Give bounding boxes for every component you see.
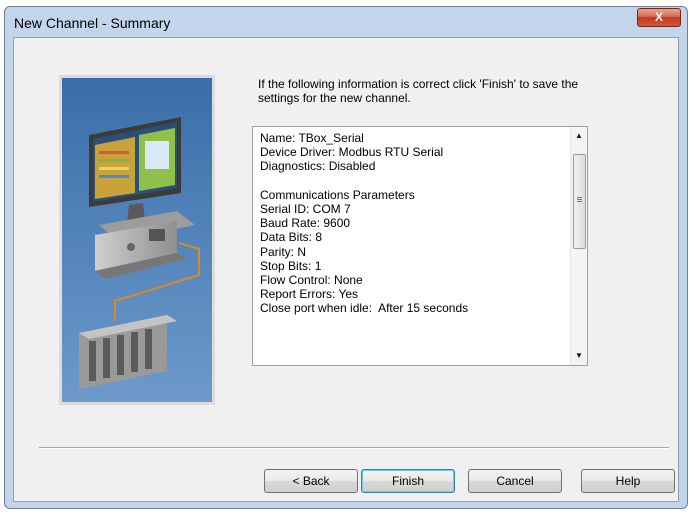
summary-line: Data Bits: 8 xyxy=(260,230,323,245)
summary-line: Report Errors: Yes xyxy=(260,287,359,302)
window-title: New Channel - Summary xyxy=(14,15,171,31)
summary-line: Close port when idle: After 15 seconds xyxy=(260,301,469,316)
scrollbar-thumb[interactable] xyxy=(573,154,586,249)
summary-line: Parity: N xyxy=(260,244,307,259)
summary-line: Communications Parameters xyxy=(260,187,415,202)
summary-line: Diagnostics: Disabled xyxy=(260,159,376,174)
summary-lines: Name: TBox_Serial Device Driver: Modbus … xyxy=(260,131,560,315)
intro-text: If the following information is correct … xyxy=(258,77,579,105)
dialog-window: New Channel - Summary X If the following… xyxy=(4,6,688,509)
thumb-grip-icon xyxy=(577,197,582,198)
title-bar[interactable]: New Channel - Summary X xyxy=(5,7,687,37)
summary-line: Baud Rate: 9600 xyxy=(260,216,351,231)
summary-text-box[interactable]: Name: TBox_Serial Device Driver: Modbus … xyxy=(252,126,588,366)
cancel-button[interactable]: Cancel xyxy=(468,469,562,493)
finish-button[interactable]: Finish xyxy=(361,469,455,493)
back-button[interactable]: < Back xyxy=(264,469,358,493)
scroll-down-arrow-icon[interactable]: ▼ xyxy=(571,349,587,365)
summary-line: Serial ID: COM 7 xyxy=(260,201,351,216)
summary-line: Stop Bits: 1 xyxy=(260,258,322,273)
summary-line: Flow Control: None xyxy=(260,272,363,287)
dialog-client-area: If the following information is correct … xyxy=(13,37,679,502)
scroll-up-arrow-icon[interactable]: ▲ xyxy=(571,127,587,143)
help-button[interactable]: Help xyxy=(581,469,675,493)
close-icon: X xyxy=(654,10,663,24)
vertical-scrollbar[interactable]: ▲ ▼ xyxy=(570,127,587,365)
summary-line xyxy=(260,174,560,188)
computer-connected-to-plc-illustration xyxy=(59,75,215,405)
separator-line xyxy=(39,447,669,449)
summary-line: Device Driver: Modbus RTU Serial xyxy=(260,145,444,160)
close-button[interactable]: X xyxy=(637,8,681,27)
summary-line: Name: TBox_Serial xyxy=(260,131,364,145)
